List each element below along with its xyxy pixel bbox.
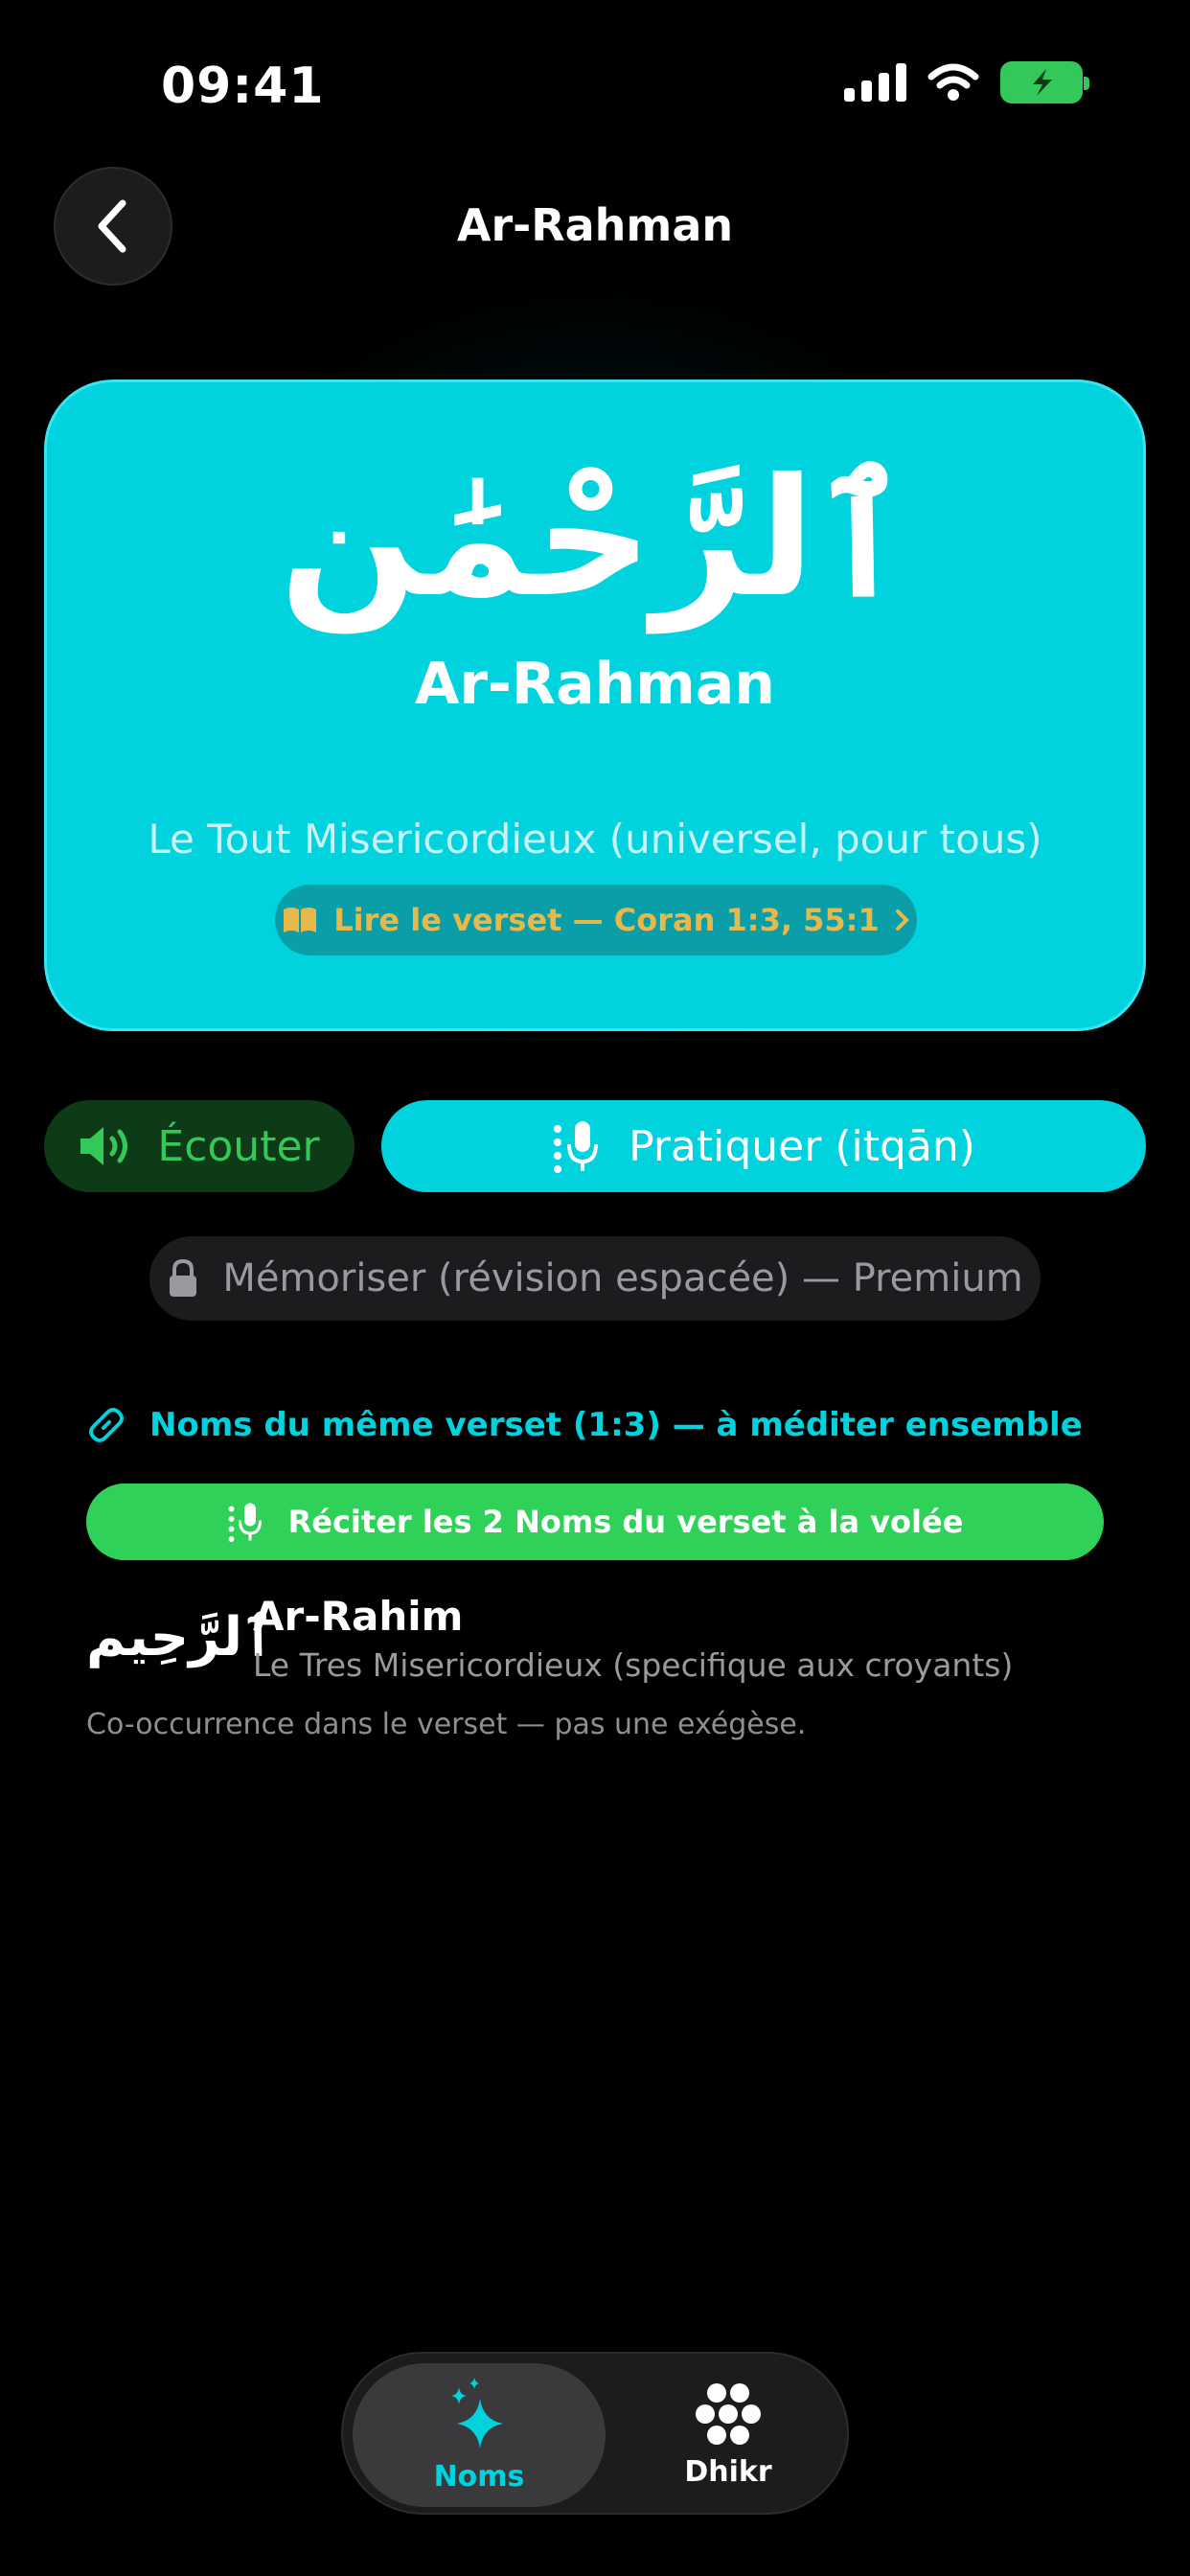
listen-button[interactable]: Écouter (44, 1100, 355, 1192)
read-verse-label: Lire le verset — Coran 1:3, 55:1 (333, 902, 880, 938)
listen-label: Écouter (157, 1121, 320, 1171)
name-meaning: Le Tout Misericordieux (universel, pour … (148, 816, 1042, 862)
microphone-wave-icon (554, 1121, 599, 1173)
read-verse-button[interactable]: Lire le verset — Coran 1:3, 55:1 (275, 885, 917, 955)
transliterated-name: Ar-Rahman (414, 651, 776, 718)
practice-label: Pratiquer (itqān) (629, 1121, 975, 1171)
status-icons (844, 61, 1089, 104)
sparkles-icon (451, 2377, 503, 2449)
related-transliterated-name: Ar-Rahim (253, 1593, 464, 1640)
memorize-premium-button[interactable]: Mémoriser (révision espacée) — Premium (149, 1236, 1041, 1321)
cellular-signal-icon (844, 63, 906, 102)
tab-dhikr-label: Dhikr (684, 2454, 772, 2489)
name-hero-card: ٱلرَّحْمَٰن Ar-Rahman Le Tout Misericord… (44, 380, 1146, 1031)
chevron-right-icon (895, 909, 909, 931)
lock-icon (170, 1258, 197, 1297)
tab-noms[interactable]: Noms (353, 2363, 606, 2507)
arabic-name: ٱلرَّحْمَٰن (279, 444, 911, 633)
wifi-icon (927, 63, 979, 101)
tab-bar: Noms Dhikr (341, 2352, 849, 2515)
tab-noms-label: Noms (433, 2459, 525, 2494)
co-occurrence-disclaimer: Co-occurrence dans le verset — pas une e… (86, 1708, 807, 1741)
related-heading-label: Noms du même verset (1:3) — à méditer en… (149, 1406, 1083, 1444)
memorize-label: Mémoriser (révision espacée) — Premium (222, 1256, 1023, 1300)
status-time: 09:41 (161, 58, 325, 115)
tab-dhikr[interactable]: Dhikr (623, 2363, 834, 2507)
related-arabic-name: ٱلرَّحِيم (86, 1606, 274, 1668)
speaker-icon (80, 1127, 128, 1165)
recite-label: Réciter les 2 Noms du verset à la volée (287, 1504, 964, 1540)
link-icon (89, 1408, 124, 1442)
related-name-meaning: Le Tres Misericordieux (specifique aux c… (253, 1646, 1014, 1684)
microphone-wave-icon (228, 1503, 262, 1542)
related-names-heading: Noms du même verset (1:3) — à méditer en… (86, 1405, 1083, 1445)
recite-names-button[interactable]: Réciter les 2 Noms du verset à la volée (86, 1484, 1104, 1560)
battery-charging-icon (1000, 61, 1089, 104)
practice-button[interactable]: Pratiquer (itqān) (381, 1100, 1146, 1192)
prayer-beads-icon (696, 2382, 761, 2445)
open-book-icon (284, 908, 317, 932)
